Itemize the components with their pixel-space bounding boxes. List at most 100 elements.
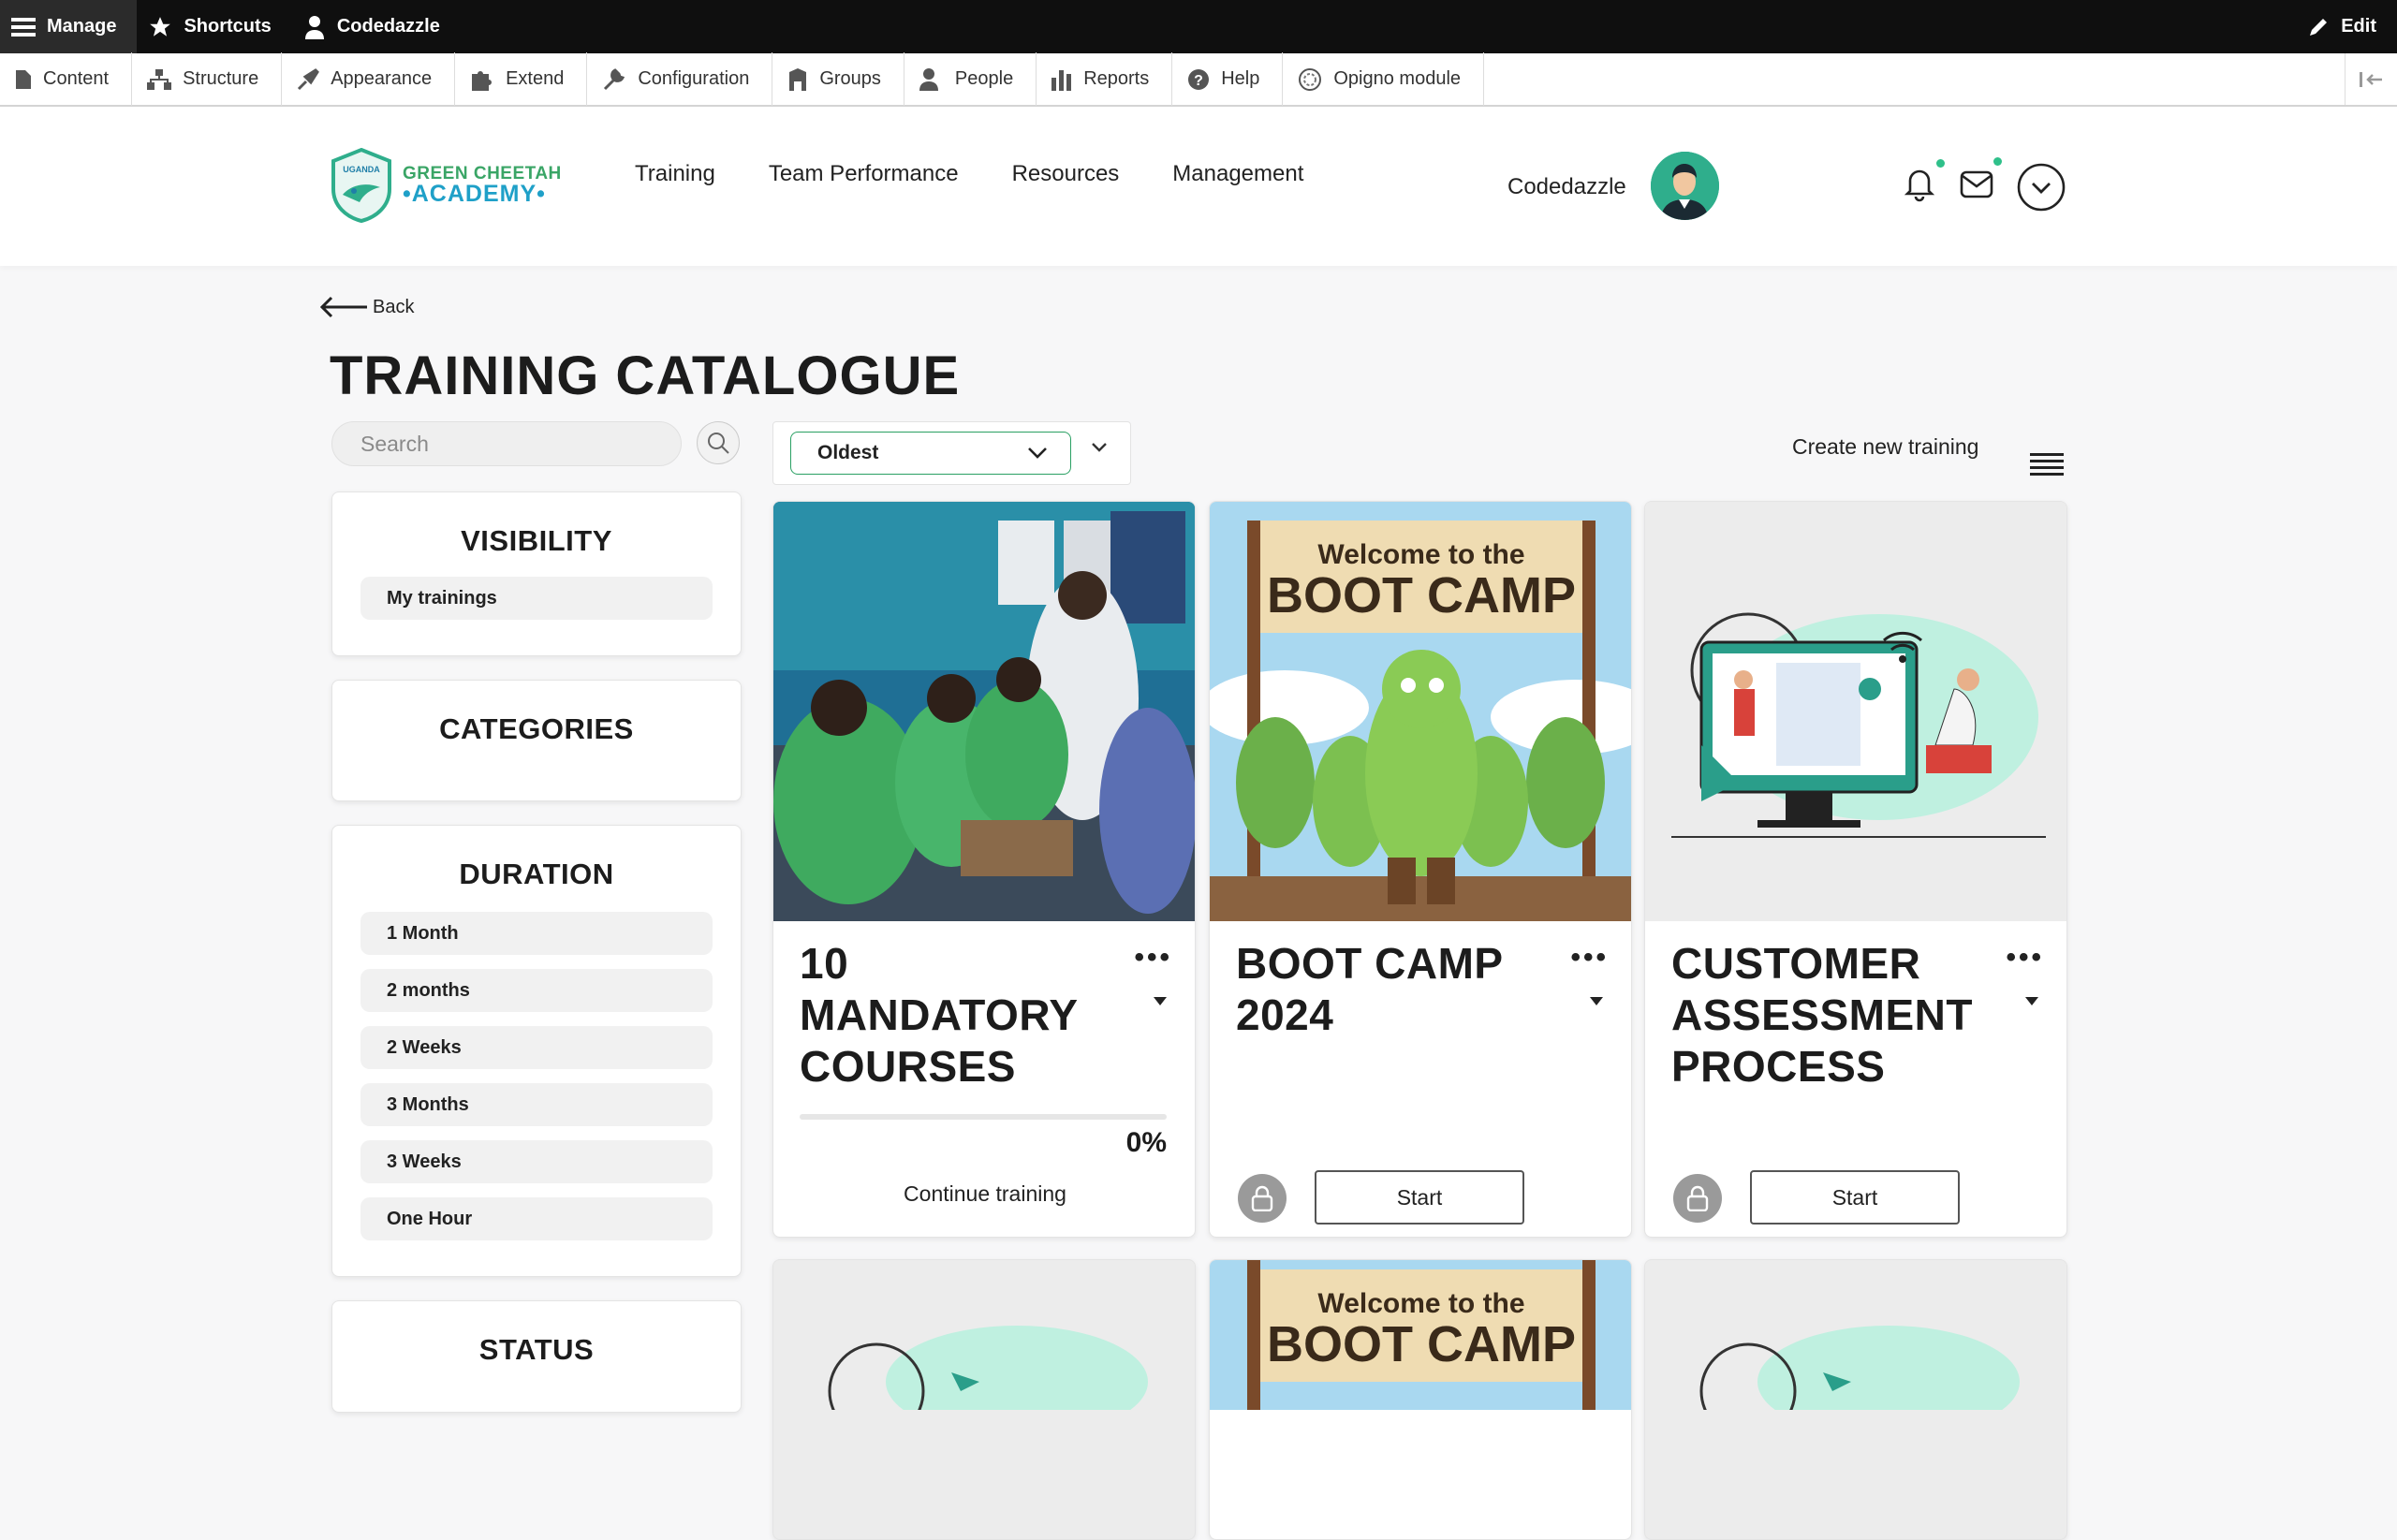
filter-option[interactable]: 1 Month bbox=[360, 912, 713, 955]
tray-label: Configuration bbox=[638, 68, 750, 89]
card-image: Welcome to the BOOT CAMP bbox=[1210, 502, 1631, 921]
search-button[interactable] bbox=[697, 421, 740, 464]
filter-option[interactable]: 3 Months bbox=[360, 1083, 713, 1126]
site-logo[interactable]: UGANDA GREEN CHEETAH •ACADEMY• bbox=[330, 148, 562, 223]
tray-item-appearance[interactable]: Appearance bbox=[282, 52, 456, 106]
training-card[interactable]: CUSTOMER ASSESSMENT PROCESS ••• Start bbox=[1644, 501, 2067, 1238]
progress-bar bbox=[800, 1114, 1167, 1120]
arrow-left-icon bbox=[319, 296, 367, 318]
tray-orientation-toggle[interactable] bbox=[2345, 53, 2397, 105]
training-card[interactable]: Welcome to the BOOT CAMP bbox=[1209, 1259, 1632, 1540]
create-training-link[interactable]: Create new training bbox=[1792, 434, 1978, 460]
training-card[interactable] bbox=[1644, 1259, 2067, 1540]
tray-item-configuration[interactable]: Configuration bbox=[587, 52, 773, 106]
building-icon bbox=[789, 67, 807, 91]
messages-button[interactable] bbox=[1958, 157, 2002, 206]
tray-item-people[interactable]: People bbox=[904, 52, 1037, 106]
back-label: Back bbox=[373, 296, 415, 317]
card-title-line: 10 bbox=[800, 939, 849, 988]
sort-select[interactable]: Oldest bbox=[790, 432, 1071, 475]
manage-label: Manage bbox=[47, 16, 117, 37]
help-icon: ? bbox=[1188, 68, 1210, 90]
more-options-icon[interactable]: ••• bbox=[2006, 942, 2044, 974]
caret-down-icon[interactable] bbox=[1154, 993, 1167, 1010]
start-button[interactable]: Start bbox=[1750, 1170, 1960, 1225]
filter-duration: DURATION 1 Month 2 months 2 Weeks 3 Mont… bbox=[331, 825, 742, 1277]
list-view-icon bbox=[2030, 453, 2064, 476]
mail-icon bbox=[1960, 170, 1993, 198]
card-title-line: BOOT CAMP bbox=[1236, 939, 1504, 988]
card-image bbox=[1645, 502, 2066, 921]
tray-item-help[interactable]: ? Help bbox=[1172, 52, 1284, 106]
filter-option[interactable]: My trainings bbox=[360, 577, 713, 620]
site-header: UGANDA GREEN CHEETAH •ACADEMY• Training … bbox=[0, 107, 2397, 266]
banner-line-2: BOOT CAMP bbox=[1267, 567, 1576, 623]
tray-item-opigno[interactable]: Opigno module bbox=[1283, 52, 1485, 106]
caret-down-icon[interactable] bbox=[1590, 993, 1603, 1010]
user-label: Codedazzle bbox=[336, 16, 440, 37]
tray-item-groups[interactable]: Groups bbox=[772, 52, 904, 106]
more-options-icon[interactable]: ••• bbox=[1134, 942, 1172, 974]
header-user-name[interactable]: Codedazzle bbox=[1507, 174, 1626, 200]
training-card[interactable]: Welcome to the BOOT CAMP BOOT CAMP 2024 … bbox=[1209, 501, 1632, 1238]
progress-percent: 0% bbox=[1125, 1127, 1167, 1158]
card-title[interactable]: BOOT CAMP 2024 bbox=[1236, 938, 1573, 1041]
training-card[interactable] bbox=[772, 1259, 1196, 1540]
tray-item-structure[interactable]: Structure bbox=[132, 52, 283, 106]
start-button[interactable]: Start bbox=[1315, 1170, 1524, 1225]
user-dropdown-button[interactable] bbox=[2017, 163, 2066, 212]
banner-line-1: Welcome to the bbox=[1317, 1288, 1524, 1319]
admin-toolbar: Manage Shortcuts Codedazzle Edit bbox=[0, 0, 2397, 53]
avatar[interactable] bbox=[1651, 152, 1719, 220]
card-title-line: PROCESS bbox=[1671, 1042, 1886, 1091]
training-card[interactable]: 10 MANDATORY COURSES ••• 0% Continue tra… bbox=[772, 501, 1196, 1238]
tray-item-reports[interactable]: Reports bbox=[1037, 52, 1173, 106]
filter-option[interactable]: One Hour bbox=[360, 1197, 713, 1240]
filter-option[interactable]: 3 Weeks bbox=[360, 1140, 713, 1183]
chevron-down-icon bbox=[1092, 443, 1107, 452]
notifications-button[interactable] bbox=[1901, 159, 1945, 206]
brush-icon bbox=[298, 67, 320, 90]
tray-label: Structure bbox=[183, 68, 259, 89]
lock-icon bbox=[1673, 1174, 1722, 1223]
banner-line-2: BOOT CAMP bbox=[1267, 1316, 1576, 1372]
back-link[interactable]: Back bbox=[318, 294, 414, 320]
edit-button[interactable]: Edit bbox=[2307, 0, 2376, 53]
search-input[interactable] bbox=[331, 421, 682, 466]
manage-button[interactable]: Manage bbox=[0, 0, 138, 53]
filter-option[interactable]: 2 Weeks bbox=[360, 1026, 713, 1069]
caret-down-icon[interactable] bbox=[2025, 993, 2038, 1010]
tray-label: Groups bbox=[819, 68, 881, 89]
tray-label: Opigno module bbox=[1333, 68, 1462, 89]
chevron-circle-icon bbox=[2017, 163, 2066, 212]
tray-label: Reports bbox=[1083, 68, 1150, 89]
main-nav: Training Team Performance Resources Mana… bbox=[635, 161, 1303, 187]
logo-line-2: •ACADEMY• bbox=[403, 181, 546, 207]
filter-categories: CATEGORIES bbox=[331, 680, 742, 801]
online-assessment-illustration bbox=[1645, 502, 2066, 921]
sort-direction-toggle[interactable] bbox=[1090, 441, 1109, 459]
continue-training-link[interactable]: Continue training bbox=[773, 1181, 1195, 1207]
message-dot bbox=[1993, 157, 2002, 166]
nav-management[interactable]: Management bbox=[1172, 161, 1303, 187]
search-icon bbox=[708, 433, 729, 454]
card-title[interactable]: 10 MANDATORY COURSES bbox=[800, 938, 1137, 1093]
user-menu-button[interactable]: Codedazzle bbox=[292, 0, 461, 53]
shortcuts-label: Shortcuts bbox=[184, 16, 272, 37]
list-view-toggle[interactable] bbox=[2030, 453, 2064, 482]
filter-visibility: VISIBILITY My trainings bbox=[331, 491, 742, 656]
more-options-icon[interactable]: ••• bbox=[1570, 942, 1609, 974]
shortcuts-button[interactable]: Shortcuts bbox=[137, 0, 291, 53]
hamburger-icon bbox=[11, 17, 36, 37]
filter-option[interactable]: 2 months bbox=[360, 969, 713, 1012]
bell-icon bbox=[1904, 169, 1935, 202]
card-title[interactable]: CUSTOMER ASSESSMENT PROCESS bbox=[1671, 938, 2008, 1093]
nav-team-performance[interactable]: Team Performance bbox=[769, 161, 959, 187]
nav-resources[interactable]: Resources bbox=[1012, 161, 1120, 187]
filter-title: STATUS bbox=[478, 1333, 595, 1366]
lock-icon bbox=[1238, 1174, 1287, 1223]
nav-training[interactable]: Training bbox=[635, 161, 715, 187]
tray-item-extend[interactable]: Extend bbox=[455, 52, 588, 106]
admin-tray: Content Structure Appearance Extend Conf… bbox=[0, 52, 2397, 107]
tray-item-content[interactable]: Content bbox=[0, 52, 133, 106]
